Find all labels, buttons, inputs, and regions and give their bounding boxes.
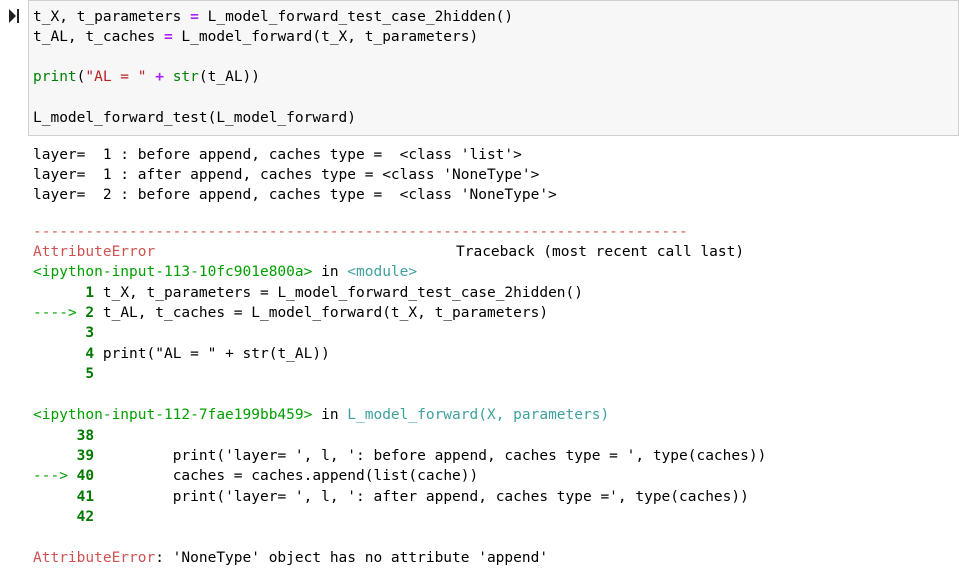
error-name: AttributeError [33, 244, 156, 260]
frame-arrow [33, 448, 77, 464]
code-line-1[interactable]: t_X, t_parameters = L_model_forward_test… [33, 7, 513, 27]
frame-arrow [33, 346, 85, 362]
frame-arrow: ----> [33, 305, 86, 321]
frame1-line-5: 5 [33, 364, 94, 384]
frame-code: caches = caches.append(list(cache)) [94, 468, 479, 484]
code-text: t_AL, t_caches [33, 29, 164, 45]
line-number: 2 [85, 305, 95, 321]
frame-code: print('layer= ', l, ': before append, ca… [94, 448, 767, 464]
stdout-line-1: layer= 1 : before append, caches type = … [33, 147, 522, 163]
frame-arrow [33, 366, 85, 382]
traceback-header: Traceback (most recent call last) [456, 244, 745, 260]
frame-location: <module> [347, 264, 418, 280]
frame2-line-39: 39 print('layer= ', l, ': before append,… [33, 446, 767, 466]
frame2-line-41: 41 print('layer= ', l, ': after append, … [33, 487, 749, 507]
frame-code: print('layer= ', l, ': after append, cac… [94, 489, 749, 505]
frame-arrow [33, 489, 77, 505]
code-builtin: str [172, 69, 199, 85]
final-error-line: AttributeError: 'NoneType' object has no… [33, 548, 548, 568]
frame-arrow [33, 428, 77, 444]
frame1-line-1: 1 t_X, t_parameters = L_model_forward_te… [33, 283, 583, 303]
frame-code: t_X, t_parameters = L_model_forward_test… [94, 285, 583, 301]
frame1-header: <ipython-input-113-10fc901e800a> in <mod… [33, 262, 417, 282]
frame-file: <ipython-input-112-7fae199bb459> [33, 407, 313, 423]
line-number: 3 [85, 325, 95, 341]
code-text: (t_AL)) [198, 69, 261, 85]
code-line-2[interactable]: t_AL, t_caches = L_model_forward(t_X, t_… [33, 27, 478, 47]
line-number: 5 [85, 366, 95, 382]
code-operator: = [163, 29, 173, 45]
code-line-3[interactable]: print("AL = " + str(t_AL)) [33, 67, 260, 87]
frame1-line-3: 3 [33, 323, 94, 343]
frame-arrow: ---> [33, 468, 77, 484]
code-line-4[interactable]: L_model_forward_test(L_model_forward) [33, 108, 356, 128]
frame-code: print("AL = " + str(t_AL)) [94, 346, 330, 362]
code-operator: + [146, 69, 173, 85]
frame-arrow [33, 285, 85, 301]
frame2-line-40: ---> 40 caches = caches.append(list(cach… [33, 466, 478, 486]
code-text: L_model_forward_test(L_model_forward) [33, 110, 357, 126]
frame-code: t_AL, t_caches = L_model_forward(t_X, t_… [94, 305, 549, 321]
code-builtin: print [33, 69, 77, 85]
line-number: 38 [76, 428, 95, 444]
line-number: 39 [76, 448, 95, 464]
line-number: 40 [76, 468, 95, 484]
frame2-line-42: 42 [33, 507, 94, 527]
code-input-cell[interactable]: t_X, t_parameters = L_model_forward_test… [28, 0, 959, 136]
code-string: "AL = " [85, 69, 147, 85]
frame1-line-4: 4 print("AL = " + str(t_AL)) [33, 344, 330, 364]
frame-file: <ipython-input-113-10fc901e800a> [33, 264, 313, 280]
frame-location: L_model_forward(X, parameters) [347, 407, 610, 423]
code-operator: = [190, 9, 199, 25]
stdout-line-2: layer= 1 : after append, caches type = <… [33, 167, 540, 183]
frame1-line-2: ----> 2 t_AL, t_caches = L_model_forward… [33, 303, 548, 323]
line-number: 1 [85, 285, 95, 301]
frame-in: in [312, 407, 348, 423]
code-text: t_X, t_parameters [33, 9, 191, 25]
frame2-header: <ipython-input-112-7fae199bb459> in L_mo… [33, 405, 609, 425]
traceback-separator: ----------------------------------------… [33, 224, 688, 240]
line-number: 4 [85, 346, 95, 362]
line-number: 41 [76, 489, 95, 505]
frame-arrow [33, 325, 85, 341]
frame2-line-38: 38 [33, 426, 94, 446]
code-text: L_model_forward_test_case_2hidden() [198, 9, 514, 25]
frame-arrow [33, 509, 77, 525]
frame-in: in [312, 264, 348, 280]
run-cell-icon[interactable] [9, 9, 19, 23]
final-error-message: : 'NoneType' object has no attribute 'ap… [155, 550, 549, 566]
stdout-line-3: layer= 2 : before append, caches type = … [33, 187, 557, 203]
code-text: L_model_forward(t_X, t_parameters) [172, 29, 479, 45]
line-number: 42 [76, 509, 95, 525]
final-error-name: AttributeError [33, 550, 156, 566]
